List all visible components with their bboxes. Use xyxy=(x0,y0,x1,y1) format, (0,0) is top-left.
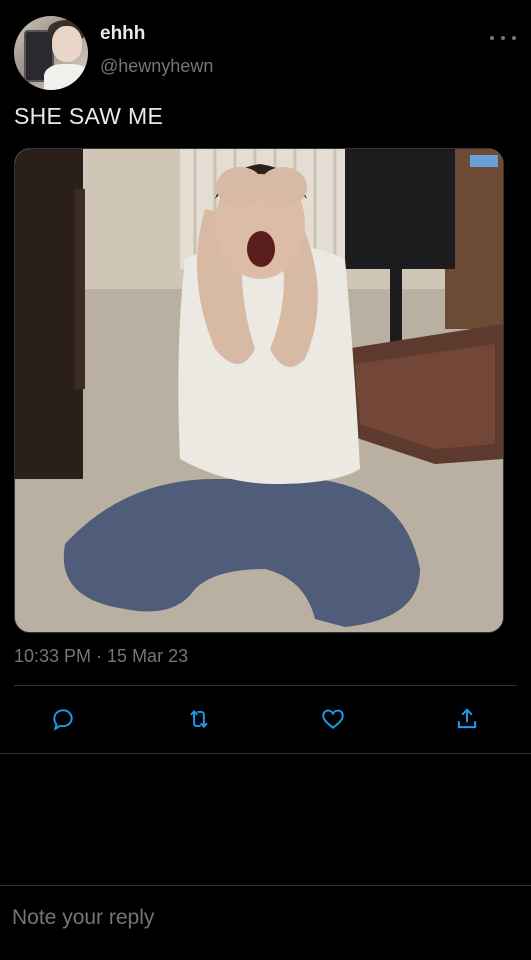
reply-icon[interactable] xyxy=(48,704,78,734)
more-dot xyxy=(501,36,505,40)
author-handle[interactable]: @hewnyhewn xyxy=(100,56,213,77)
author-display-name[interactable]: ehhh xyxy=(100,23,145,45)
tweet-media[interactable] xyxy=(14,148,504,633)
reply-glyph xyxy=(53,709,73,731)
tweet-timestamp[interactable]: 10:33 PM · 15 Mar 23 xyxy=(14,646,188,667)
avatar[interactable] xyxy=(14,16,88,90)
media-illustration xyxy=(15,149,503,632)
tweet-actions xyxy=(0,700,531,740)
more-dot xyxy=(512,36,516,40)
more-options-icon[interactable] xyxy=(490,28,516,48)
avatar-shirt-shape xyxy=(44,64,88,90)
avatar-face-shape xyxy=(52,26,82,62)
share-icon[interactable] xyxy=(452,704,482,734)
like-icon[interactable] xyxy=(318,704,348,734)
heart-glyph xyxy=(322,709,344,729)
divider xyxy=(0,753,531,754)
retweet-glyph xyxy=(190,710,208,728)
divider xyxy=(0,885,531,886)
retweet-icon[interactable] xyxy=(184,704,214,734)
divider xyxy=(14,685,517,686)
tweet-text: SHE SAW ME xyxy=(14,103,164,129)
more-dot xyxy=(490,36,494,40)
share-glyph xyxy=(457,708,477,729)
reply-input[interactable]: Note your reply xyxy=(12,906,154,930)
